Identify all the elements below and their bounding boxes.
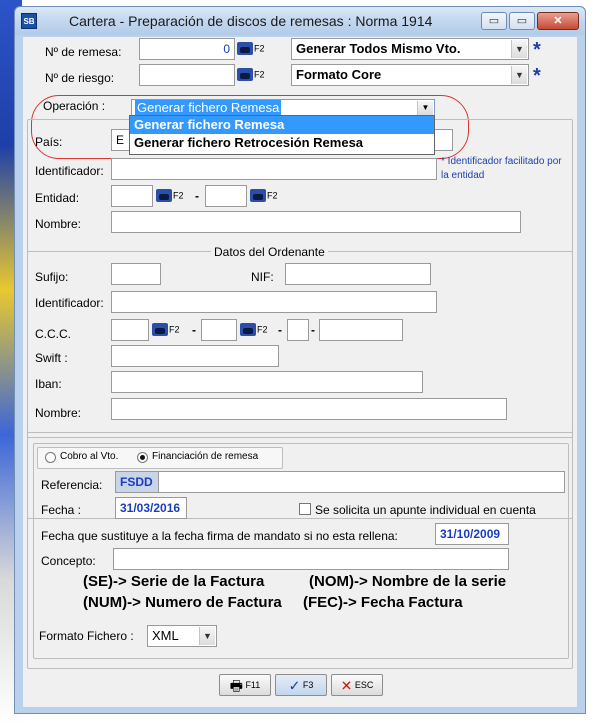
binoculars-icon bbox=[250, 189, 266, 203]
concepto-input[interactable] bbox=[113, 548, 509, 570]
chevron-down-icon: ▼ bbox=[199, 627, 215, 645]
nombre-entidad-input[interactable] bbox=[111, 211, 521, 233]
close-button[interactable]: ✕ bbox=[537, 12, 579, 30]
legend-se: (SE)-> Serie de la Factura bbox=[83, 573, 265, 590]
minimize-button[interactable]: ▭ bbox=[481, 12, 507, 30]
riesgo-search-button[interactable]: F2 bbox=[237, 65, 271, 85]
operacion-dropdown-list: Generar fichero Remesa Generar fichero R… bbox=[129, 115, 435, 155]
formato-fichero-label: Formato Fichero : bbox=[39, 629, 134, 643]
remesa-search-button[interactable]: F2 bbox=[237, 39, 271, 59]
referencia-prefix[interactable]: FSDD bbox=[115, 471, 159, 493]
accept-button[interactable]: ✓ F3 bbox=[275, 674, 327, 696]
swift-label: Swift : bbox=[35, 351, 68, 365]
binoculars-icon bbox=[237, 42, 253, 56]
entidad-input[interactable] bbox=[111, 185, 153, 207]
radio-cobro-vto-label: Cobro al Vto. bbox=[60, 451, 119, 462]
chevron-down-icon: ▼ bbox=[511, 66, 527, 84]
dialog-window: SB Cartera - Preparación de discos de re… bbox=[14, 6, 586, 714]
oficina-input[interactable] bbox=[205, 185, 247, 207]
window-title: Cartera - Preparación de discos de remes… bbox=[69, 13, 433, 29]
binoculars-icon bbox=[152, 323, 168, 337]
sufijo-input[interactable] bbox=[111, 263, 161, 285]
separator-dash: - bbox=[195, 189, 199, 203]
pais-label: País: bbox=[35, 135, 63, 149]
identificador-ordenante-label: Identificador: bbox=[35, 296, 104, 310]
nombre-ordenante-input[interactable] bbox=[111, 398, 507, 420]
swift-input[interactable] bbox=[111, 345, 279, 367]
print-button[interactable]: 🖶 F11 bbox=[219, 674, 271, 696]
separator-dash: - bbox=[192, 323, 196, 337]
ccc-dc-input[interactable] bbox=[287, 319, 309, 341]
printer-icon: 🖶 bbox=[229, 677, 243, 694]
ccc-cuenta-input[interactable] bbox=[319, 319, 403, 341]
fecha-input[interactable]: 31/03/2016 bbox=[115, 497, 187, 519]
identificador-ordenante-input[interactable] bbox=[111, 291, 437, 313]
maximize-button[interactable]: ▭ bbox=[509, 12, 535, 30]
remesa-input[interactable]: 0 bbox=[139, 38, 235, 60]
vencimiento-select[interactable]: Generar Todos Mismo Vto. ▼ bbox=[291, 38, 529, 60]
apunte-label: Se solicita un apunte individual en cuen… bbox=[315, 503, 536, 517]
legend-num: (NUM)-> Numero de Factura bbox=[83, 594, 282, 611]
legend-nom: (NOM)-> Nombre de la serie bbox=[309, 573, 507, 590]
chevron-down-icon: ▼ bbox=[417, 101, 433, 115]
operacion-label: Operación : bbox=[43, 99, 106, 113]
oficina-search-button[interactable]: F2 bbox=[250, 186, 284, 206]
operacion-option-retrocesion[interactable]: Generar fichero Retrocesión Remesa bbox=[130, 134, 434, 152]
chevron-down-icon: ▼ bbox=[511, 40, 527, 58]
title-bar: SB Cartera - Preparación de discos de re… bbox=[15, 7, 585, 35]
close-icon: ✕ bbox=[340, 677, 353, 694]
formato-fichero-select[interactable]: XML ▼ bbox=[147, 625, 217, 647]
ccc-label: C.C.C. bbox=[35, 327, 71, 341]
separator-dash: - bbox=[278, 323, 282, 337]
legend-fec: (FEC)-> Fecha Factura bbox=[303, 594, 463, 611]
fecha-label: Fecha : bbox=[41, 503, 82, 517]
sufijo-label: Sufijo: bbox=[35, 270, 69, 284]
ccc-oficina-input[interactable] bbox=[201, 319, 237, 341]
ordenante-title: Datos del Ordenante bbox=[211, 245, 328, 259]
checkmark-icon: ✓ bbox=[288, 677, 301, 694]
separator-dash: - bbox=[311, 323, 315, 337]
nombre-entidad-label: Nombre: bbox=[35, 217, 82, 231]
riesgo-input[interactable] bbox=[139, 64, 235, 86]
radio-cobro-vto[interactable] bbox=[45, 452, 56, 463]
required-star-icon: * bbox=[533, 39, 541, 61]
entidad-search-button[interactable]: F2 bbox=[156, 186, 190, 206]
binoculars-icon bbox=[240, 323, 256, 337]
radio-financiacion-label: Financiación de remesa bbox=[152, 451, 259, 462]
nombre-ordenante-label: Nombre: bbox=[35, 406, 82, 420]
escape-button[interactable]: ✕ ESC bbox=[331, 674, 383, 696]
entidad-label: Entidad: bbox=[35, 191, 80, 205]
identificador-hint: * Identificador facilitado por la entida… bbox=[441, 156, 562, 181]
app-icon: SB bbox=[21, 13, 37, 29]
binoculars-icon bbox=[237, 68, 253, 82]
radio-financiacion[interactable] bbox=[137, 452, 148, 463]
binoculars-icon bbox=[156, 189, 172, 203]
ccc-entidad-input[interactable] bbox=[111, 319, 149, 341]
apunte-checkbox[interactable] bbox=[299, 503, 311, 515]
ccc-oficina-search-button[interactable]: F2 bbox=[240, 320, 274, 340]
iban-input[interactable] bbox=[111, 371, 423, 393]
riesgo-label: Nº de riesgo: bbox=[45, 71, 115, 85]
remesa-label: Nº de remesa: bbox=[45, 45, 122, 59]
identificador-entidad-label: Identificador: bbox=[35, 164, 104, 178]
referencia-label: Referencia: bbox=[41, 478, 103, 492]
fecha-sustituye-label: Fecha que sustituye a la fecha firma de … bbox=[41, 529, 398, 543]
required-star-icon: * bbox=[533, 65, 541, 87]
nif-input[interactable] bbox=[285, 263, 431, 285]
concepto-label: Concepto: bbox=[41, 554, 96, 568]
operacion-option-remesa[interactable]: Generar fichero Remesa bbox=[130, 116, 434, 134]
identificador-entidad-input[interactable] bbox=[111, 158, 437, 180]
iban-label: Iban: bbox=[35, 377, 62, 391]
dialog-client-area: Nº de remesa: 0 F2 Generar Todos Mismo V… bbox=[23, 37, 577, 707]
nif-label: NIF: bbox=[251, 270, 274, 284]
formato-select[interactable]: Formato Core ▼ bbox=[291, 64, 529, 86]
fecha-sustituye-input[interactable]: 31/10/2009 bbox=[435, 523, 509, 545]
referencia-input[interactable] bbox=[115, 471, 565, 493]
ccc-entidad-search-button[interactable]: F2 bbox=[152, 320, 186, 340]
